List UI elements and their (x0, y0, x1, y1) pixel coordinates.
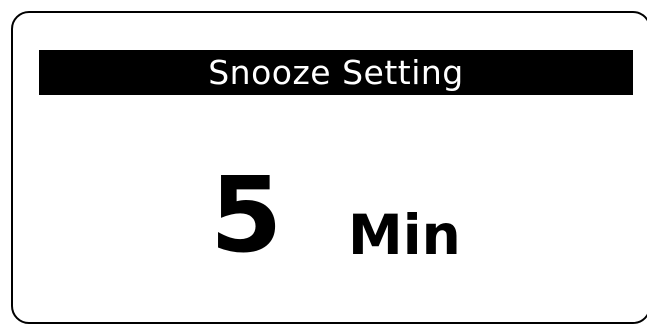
snooze-unit-label: Min (348, 203, 461, 267)
snooze-setting-display: 5 Min (0, 145, 647, 285)
page-title-bar: Snooze Setting (39, 50, 633, 95)
page-title: Snooze Setting (208, 53, 464, 92)
snooze-value: 5 (210, 154, 283, 276)
